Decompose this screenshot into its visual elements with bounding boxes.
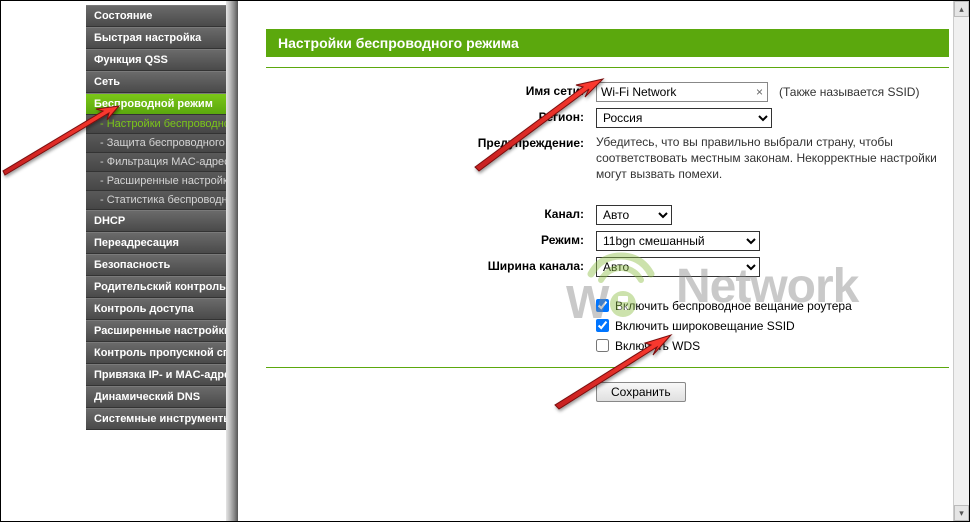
label-width: Ширина канала: [266,257,596,273]
ssid-hint: (Также называется SSID) [779,85,919,99]
ssid-input[interactable] [596,82,768,102]
menu-item-status[interactable]: Состояние [86,5,226,27]
menu-item-bandwidth[interactable]: Контроль пропускной способности [86,342,226,364]
main-menu: Состояние Быстрая настройка Функция QSS … [86,5,226,430]
submenu-mac-filter[interactable]: - Фильтрация MAC-адресов [86,153,226,172]
menu-item-access-control[interactable]: Контроль доступа [86,298,226,320]
label-broadcast-ssid: Включить широковещание SSID [615,319,795,333]
label-channel: Канал: [266,205,596,221]
label-region: Регион: [266,108,596,124]
checkbox-broadcast-ssid[interactable] [596,319,609,332]
clear-ssid-icon[interactable]: × [756,85,763,99]
label-broadcast-router: Включить беспроводное вещание роутера [615,299,852,313]
sidebar: Состояние Быстрая настройка Функция QSS … [1,1,226,521]
save-button[interactable]: Сохранить [596,382,686,402]
checkbox-wds[interactable] [596,339,609,352]
menu-item-ddns[interactable]: Динамический DNS [86,386,226,408]
warning-text: Убедитесь, что вы правильно выбрали стра… [596,134,949,183]
menu-item-ip-mac[interactable]: Привязка IP- и MAC-адресов [86,364,226,386]
menu-item-system-tools[interactable]: Системные инструменты [86,408,226,430]
label-wds: Включить WDS [615,339,700,353]
checkbox-broadcast-router[interactable] [596,299,609,312]
label-warning: Предупреждение: [266,134,596,150]
menu-item-qss[interactable]: Функция QSS [86,49,226,71]
label-ssid: Имя сети: [266,82,596,98]
menu-item-quick-setup[interactable]: Быстрая настройка [86,27,226,49]
scroll-down-icon[interactable]: ▾ [954,505,969,521]
menu-item-forwarding[interactable]: Переадресация [86,232,226,254]
channel-select[interactable]: Авто [596,205,672,225]
menu-item-wireless[interactable]: Беспроводной режим [86,93,226,115]
menu-item-security[interactable]: Безопасность [86,254,226,276]
divider [266,67,949,68]
menu-item-network[interactable]: Сеть [86,71,226,93]
submenu-wireless-security[interactable]: - Защита беспроводного режима [86,134,226,153]
scrollbar[interactable]: ▴ ▾ [953,1,969,521]
menu-item-parental[interactable]: Родительский контроль [86,276,226,298]
menu-item-dhcp[interactable]: DHCP [86,210,226,232]
label-mode: Режим: [266,231,596,247]
divider-bottom [266,367,949,368]
content-area: Настройки беспроводного режима Имя сети:… [226,1,969,521]
width-select[interactable]: Авто [596,257,760,277]
region-select[interactable]: Россия [596,108,772,128]
submenu-advanced[interactable]: - Расширенные настройки [86,172,226,191]
panel-title: Настройки беспроводного режима [266,29,949,57]
scroll-up-icon[interactable]: ▴ [954,1,969,17]
submenu-wireless-stats[interactable]: - Статистика беспроводного режима [86,191,226,210]
menu-item-routing[interactable]: Расширенные настройки маршрутизации [86,320,226,342]
submenu-wireless-settings[interactable]: - Настройки беспроводного режима [86,115,226,134]
mode-select[interactable]: 11bgn смешанный [596,231,760,251]
